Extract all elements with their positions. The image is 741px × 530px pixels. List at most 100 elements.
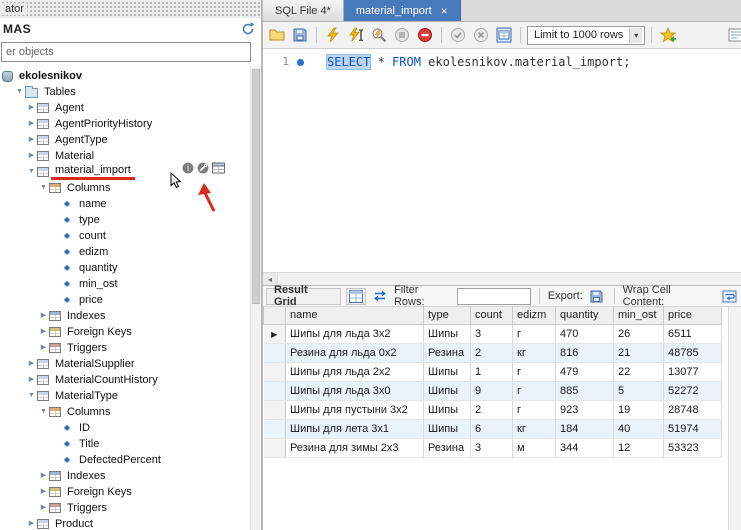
- tree-item-materialsupplier[interactable]: ▶MaterialSupplier: [0, 356, 261, 372]
- tree-item-price[interactable]: price: [0, 292, 261, 308]
- grid-cell[interactable]: 3: [471, 324, 513, 343]
- refresh-grid-icon[interactable]: [371, 288, 389, 305]
- tab-sql-file-4[interactable]: SQL File 4*: [263, 0, 344, 21]
- tree-item-defectedpercent[interactable]: DefectedPercent: [0, 452, 261, 468]
- grid-cell[interactable]: 184: [556, 419, 614, 438]
- tree-item-ekolesnikov[interactable]: ekolesnikov: [0, 68, 261, 84]
- expand-arrow-icon[interactable]: ▶: [38, 340, 49, 356]
- wrap-text-icon[interactable]: [726, 25, 741, 45]
- grid-cell[interactable]: 479: [556, 362, 614, 381]
- expand-arrow-icon[interactable]: ▶: [26, 100, 37, 116]
- tree-item-columns[interactable]: ▼Columns: [0, 404, 261, 420]
- grid-cell[interactable]: 13077: [664, 362, 722, 381]
- grid-cell[interactable]: 885: [556, 381, 614, 400]
- explain-icon[interactable]: [369, 25, 389, 45]
- grid-cell[interactable]: 6511: [664, 324, 722, 343]
- grid-cell[interactable]: 52272: [664, 381, 722, 400]
- row-selector[interactable]: [264, 419, 286, 438]
- collapse-arrow-icon[interactable]: ▼: [38, 404, 49, 420]
- tree-item-id[interactable]: ID: [0, 420, 261, 436]
- tree-item-title[interactable]: Title: [0, 436, 261, 452]
- grid-cell[interactable]: Шипы для лета 3x1: [286, 419, 424, 438]
- tree-item-indexes[interactable]: ▶Indexes: [0, 468, 261, 484]
- grid-cell[interactable]: Шипы: [424, 381, 471, 400]
- row-selector[interactable]: [264, 381, 286, 400]
- tree-item-materialcounthistory[interactable]: ▶MaterialCountHistory: [0, 372, 261, 388]
- expand-arrow-icon[interactable]: ▶: [38, 468, 49, 484]
- rollback-icon[interactable]: [471, 25, 491, 45]
- tree-item-agent[interactable]: ▶Agent: [0, 100, 261, 116]
- column-header-type[interactable]: type: [424, 307, 471, 324]
- grid-cell[interactable]: 26: [614, 324, 664, 343]
- navigator-title-bar[interactable]: ator: [0, 0, 261, 18]
- grid-vscrollbar[interactable]: [728, 307, 741, 530]
- tree-item-product[interactable]: ▶Product: [0, 516, 261, 530]
- grid-cell[interactable]: 21: [614, 343, 664, 362]
- grid-cell[interactable]: 5: [614, 381, 664, 400]
- grid-cell[interactable]: 9: [471, 381, 513, 400]
- grid-cell[interactable]: Резина: [424, 438, 471, 457]
- grid-cell[interactable]: Шипы для льда 2x2: [286, 362, 424, 381]
- stop-icon[interactable]: [392, 25, 412, 45]
- grid-cell[interactable]: Резина: [424, 343, 471, 362]
- grid-cell[interactable]: 923: [556, 400, 614, 419]
- stop-on-error-icon[interactable]: [415, 25, 435, 45]
- grid-cell[interactable]: Шипы для льда 3x0: [286, 381, 424, 400]
- grid-cell[interactable]: Шипы: [424, 419, 471, 438]
- tree-item-type[interactable]: type: [0, 212, 261, 228]
- tree-item-min-ost[interactable]: min_ost: [0, 276, 261, 292]
- tree-item-count[interactable]: count: [0, 228, 261, 244]
- row-selector[interactable]: [264, 362, 286, 381]
- grid-cell[interactable]: 344: [556, 438, 614, 457]
- expand-arrow-icon[interactable]: ▶: [26, 148, 37, 164]
- commit-icon[interactable]: [448, 25, 468, 45]
- grid-cell[interactable]: Резина для зимы 2x3: [286, 438, 424, 457]
- grid-cell[interactable]: 28748: [664, 400, 722, 419]
- filter-rows-input[interactable]: [457, 288, 531, 305]
- open-script-icon[interactable]: [267, 25, 287, 45]
- execute-icon[interactable]: [323, 25, 343, 45]
- tree-item-agenttype[interactable]: ▶AgentType: [0, 132, 261, 148]
- table-row[interactable]: Шипы для пустыни 3x2Шипы2г9231928748: [264, 400, 722, 419]
- collapse-arrow-icon[interactable]: ▼: [38, 180, 49, 196]
- grid-cell[interactable]: 3: [471, 438, 513, 457]
- table-data-icon[interactable]: [212, 162, 225, 174]
- export-icon[interactable]: [588, 288, 606, 305]
- grid-cell[interactable]: 53323: [664, 438, 722, 457]
- tree-item-edizm[interactable]: edizm: [0, 244, 261, 260]
- tree-item-foreign-keys[interactable]: ▶Foreign Keys: [0, 484, 261, 500]
- expand-arrow-icon[interactable]: ▶: [38, 500, 49, 516]
- grid-cell[interactable]: 2: [471, 400, 513, 419]
- tree-item-indexes[interactable]: ▶Indexes: [0, 308, 261, 324]
- grid-cell[interactable]: 22: [614, 362, 664, 381]
- grid-cell[interactable]: 40: [614, 419, 664, 438]
- expand-arrow-icon[interactable]: ▶: [26, 372, 37, 388]
- grid-cell[interactable]: Шипы: [424, 362, 471, 381]
- wrap-cell-icon[interactable]: [720, 288, 738, 305]
- grid-cell[interactable]: 48785: [664, 343, 722, 362]
- tree-item-materialtype[interactable]: ▼MaterialType: [0, 388, 261, 404]
- grid-cell[interactable]: 19: [614, 400, 664, 419]
- tree-item-tables[interactable]: ▼Tables: [0, 84, 261, 100]
- save-script-icon[interactable]: [290, 25, 310, 45]
- table-row[interactable]: ▶Шипы для льда 3x2Шипы3г470266511: [264, 324, 722, 343]
- expand-arrow-icon[interactable]: ▶: [26, 132, 37, 148]
- grid-cell[interactable]: кг: [513, 419, 556, 438]
- row-selector-header[interactable]: [264, 307, 286, 324]
- grid-cell[interactable]: г: [513, 381, 556, 400]
- tab-material-import[interactable]: material_import ×: [344, 0, 461, 21]
- filter-objects-input[interactable]: [1, 42, 251, 62]
- table-row[interactable]: Шипы для льда 3x0Шипы9г885552272: [264, 381, 722, 400]
- expand-arrow-icon[interactable]: ▶: [38, 324, 49, 340]
- grid-cell[interactable]: Шипы для льда 3x2: [286, 324, 424, 343]
- tree-scrollbar[interactable]: [250, 66, 261, 530]
- tree-item-triggers[interactable]: ▶Triggers: [0, 340, 261, 356]
- sql-editor[interactable]: 1 SELECT * FROM ekolesnikov.material_imp…: [263, 49, 741, 272]
- grid-cell[interactable]: Шипы: [424, 324, 471, 343]
- grid-cell[interactable]: 12: [614, 438, 664, 457]
- grid-cell[interactable]: 1: [471, 362, 513, 381]
- grid-cell[interactable]: кг: [513, 343, 556, 362]
- expand-arrow-icon[interactable]: ▶: [26, 356, 37, 372]
- tree-item-name[interactable]: name: [0, 196, 261, 212]
- collapse-arrow-icon[interactable]: ▼: [14, 84, 25, 100]
